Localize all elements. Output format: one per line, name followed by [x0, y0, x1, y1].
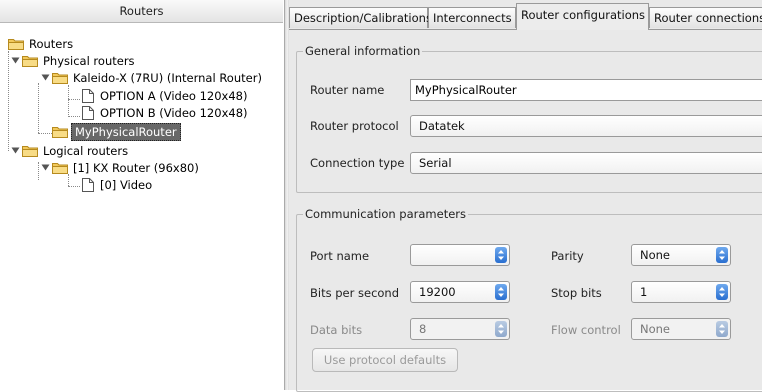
tab-bar: Description/Calibrations Interconnects R… — [289, 0, 762, 30]
tab-router-configurations[interactable]: Router configurations — [516, 3, 649, 30]
flow-control-value: None — [640, 322, 671, 336]
tree-node-label: MyPhysicalRouter — [71, 123, 181, 141]
bits-per-second-value: 19200 — [419, 285, 456, 299]
folder-icon — [52, 72, 68, 84]
folder-icon — [52, 162, 68, 174]
document-icon — [82, 178, 94, 192]
folder-icon — [8, 38, 24, 50]
tree-node-my-physical-router[interactable]: MyPhysicalRouter — [52, 123, 181, 141]
tree-node-label: OPTION B (Video 120x48) — [100, 106, 248, 120]
router-name-label: Router name — [310, 83, 385, 97]
tree-node-label: Physical routers — [43, 54, 135, 68]
tree-node-routers[interactable]: Routers — [8, 36, 75, 52]
router-protocol-select[interactable]: Datatek — [410, 115, 762, 137]
tree-connector — [68, 85, 69, 117]
connection-type-value: Serial — [419, 156, 452, 170]
document-icon — [82, 106, 94, 120]
tree-node-label: Kaleido-X (7RU) (Internal Router) — [73, 71, 262, 85]
folder-icon — [52, 126, 68, 138]
stop-bits-select[interactable]: 1 — [631, 281, 731, 303]
port-name-label: Port name — [310, 249, 370, 263]
bits-per-second-select[interactable]: 19200 — [410, 281, 510, 303]
tree-node-label: OPTION A (Video 120x48) — [100, 89, 248, 103]
data-bits-select[interactable]: 8 — [410, 318, 510, 340]
parity-value: None — [640, 248, 671, 262]
tree-node-label: Logical routers — [43, 144, 129, 158]
tab-interconnects[interactable]: Interconnects — [428, 7, 516, 28]
tree-connector — [68, 116, 80, 117]
spinner-arrows-icon — [716, 284, 728, 300]
expand-arrow-icon[interactable] — [41, 73, 50, 82]
router-name-field[interactable]: MyPhysicalRouter — [410, 79, 762, 101]
tree-node-label: [0] Video — [100, 178, 153, 192]
tree-connector — [38, 162, 39, 180]
group-title: Communication parameters — [303, 207, 468, 221]
spinner-arrows-icon — [495, 247, 507, 263]
connection-type-select[interactable]: Serial — [410, 152, 762, 174]
tree-header[interactable]: Routers — [0, 0, 283, 23]
spinner-arrows-icon — [716, 321, 728, 337]
tree-connector — [68, 99, 80, 100]
tree-node-label: [1] KX Router (96x80) — [73, 161, 199, 175]
tree-node-option-a[interactable]: OPTION A (Video 120x48) — [82, 88, 249, 104]
router-configurations-content: General information Router name MyPhysic… — [294, 36, 762, 392]
router-details-panel: Description/Calibrations Interconnects R… — [289, 0, 762, 392]
expand-arrow-icon[interactable] — [11, 56, 20, 65]
flow-control-label: Flow control — [551, 323, 621, 337]
tree-node-kaleido-x[interactable]: Kaleido-X (7RU) (Internal Router) — [52, 70, 264, 86]
tree-node-option-b[interactable]: OPTION B (Video 120x48) — [82, 105, 250, 121]
connection-type-label: Connection type — [310, 156, 405, 170]
group-title: General information — [303, 44, 423, 58]
spinner-arrows-icon — [716, 247, 728, 263]
spinner-arrows-icon — [495, 321, 507, 337]
flow-control-select[interactable]: None — [631, 318, 731, 340]
data-bits-label: Data bits — [310, 323, 363, 337]
spinner-arrows-icon — [495, 284, 507, 300]
tree-connector — [8, 51, 9, 151]
document-icon — [82, 89, 94, 103]
expand-arrow-icon[interactable] — [41, 163, 50, 172]
router-protocol-label: Router protocol — [310, 119, 399, 133]
tree-connector — [38, 83, 39, 133]
tree-node-kx-router[interactable]: [1] KX Router (96x80) — [52, 160, 201, 176]
tree-node-physical-routers[interactable]: Physical routers — [22, 53, 137, 69]
stop-bits-label: Stop bits — [551, 286, 602, 300]
tab-description-calibrations[interactable]: Description/Calibrations — [289, 7, 432, 28]
parity-select[interactable]: None — [631, 244, 731, 266]
router-protocol-value: Datatek — [419, 119, 465, 133]
parity-label: Parity — [551, 249, 584, 263]
tree-node-logical-routers[interactable]: Logical routers — [22, 143, 130, 159]
data-bits-value: 8 — [419, 322, 427, 336]
folder-icon — [22, 145, 38, 157]
bits-per-second-label: Bits per second — [310, 286, 400, 300]
use-protocol-defaults-button[interactable]: Use protocol defaults — [312, 348, 458, 372]
folder-icon — [22, 55, 38, 67]
tree-node-video[interactable]: [0] Video — [82, 177, 154, 193]
port-name-select[interactable] — [410, 244, 510, 266]
stop-bits-value: 1 — [640, 285, 648, 299]
tree-connector — [68, 186, 80, 187]
expand-arrow-icon[interactable] — [11, 146, 20, 155]
tab-router-connections[interactable]: Router connections — [649, 7, 762, 28]
tree-connector — [38, 133, 52, 134]
router-tree-panel: Routers Routers Physical routers Kaleido… — [0, 0, 284, 390]
tree-node-label: Routers — [29, 37, 74, 51]
